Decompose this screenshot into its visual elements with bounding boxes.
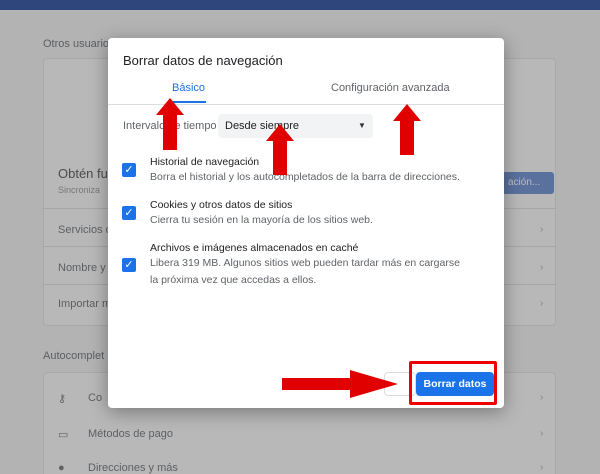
cookies-checkbox[interactable]: ✓ [122,206,136,220]
tab-divider [108,104,504,105]
cookies-title: Cookies y otros datos de sitios [150,199,293,211]
clear-browsing-data-dialog: Borrar datos de navegación Básico Config… [108,38,504,408]
highlight-box [409,361,497,405]
tab-advanced[interactable]: Configuración avanzada [331,82,450,102]
history-title: Historial de navegación [150,156,260,168]
checkmark-icon: ✓ [124,207,134,219]
history-description: Borra el historial y los autocompletados… [150,171,460,183]
cache-checkbox[interactable]: ✓ [122,258,136,272]
time-range-label: Intervalo de tiempo [123,120,217,132]
checkmark-icon: ✓ [124,259,134,271]
dialog-title: Borrar datos de navegación [123,53,283,68]
cache-title: Archivos e imágenes almacenados en caché [150,242,359,254]
checkmark-icon: ✓ [124,164,134,176]
time-range-select[interactable]: Desde siempre ▼ [218,114,373,138]
chevron-down-icon: ▼ [358,121,366,130]
cookies-description: Cierra tu sesión en la mayoría de los si… [150,214,373,226]
history-checkbox[interactable]: ✓ [122,163,136,177]
active-tab-indicator [170,101,206,103]
cache-description: Libera 319 MB. Algunos sitios web pueden… [150,257,460,286]
time-range-value: Desde siempre [225,120,299,132]
tab-basic[interactable]: Básico [172,82,205,102]
